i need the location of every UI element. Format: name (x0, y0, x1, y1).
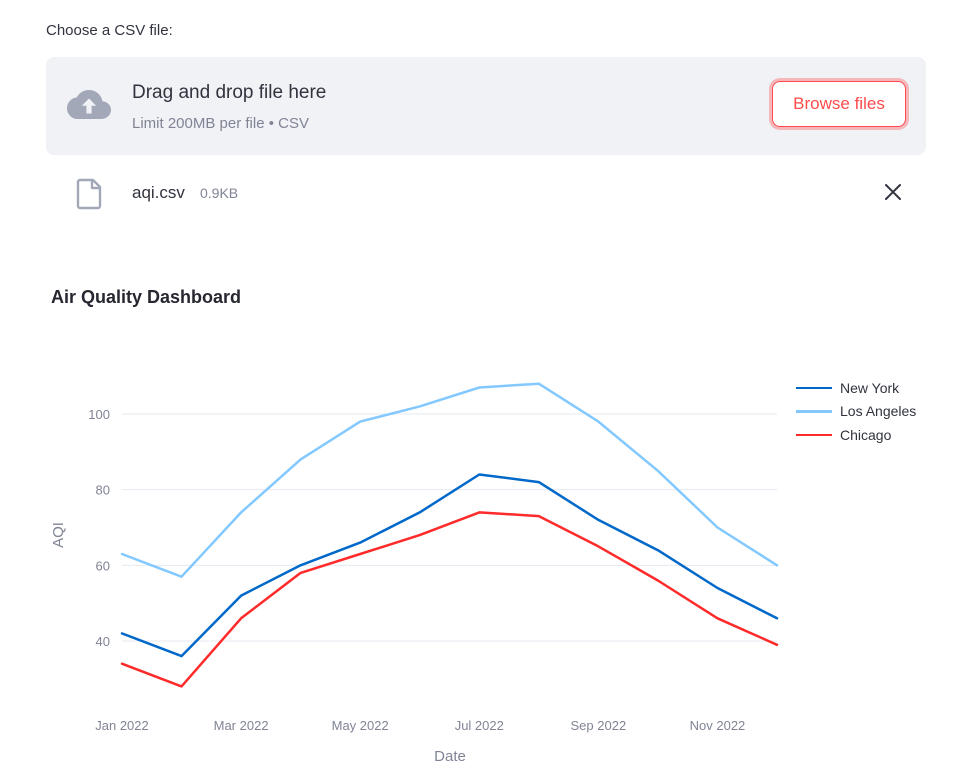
file-name: aqi.csv (132, 183, 185, 202)
uploaded-file-row: aqi.csv 0.9KB (46, 170, 926, 216)
file-size: 0.9KB (200, 185, 239, 201)
file-dropzone[interactable]: Drag and drop file here Limit 200MB per … (46, 57, 926, 155)
dropzone-title: Drag and drop file here (132, 82, 327, 103)
x-tick-label: Jan 2022 (95, 718, 149, 733)
y-tick-label: 40 (96, 634, 110, 649)
y-tick-label: 60 (96, 558, 110, 573)
legend-swatch (796, 386, 832, 389)
x-tick-label: Sep 2022 (571, 718, 627, 733)
legend-swatch (796, 410, 832, 413)
file-icon (76, 178, 102, 210)
x-tick-label: Jul 2022 (455, 718, 504, 733)
y-axis-label: AQI (50, 522, 67, 548)
x-tick-label: Mar 2022 (214, 718, 269, 733)
legend-label: New York (840, 379, 900, 396)
uploader-label: Choose a CSV file: (46, 22, 173, 39)
x-axis-label: Date (434, 748, 466, 765)
legend-item[interactable]: Los Angeles (796, 400, 916, 424)
x-tick-label: Nov 2022 (690, 718, 746, 733)
series-line-chicago (120, 511, 779, 688)
cloud-upload-icon (67, 90, 111, 119)
x-tick-label: May 2022 (332, 718, 389, 733)
chart-title: Air Quality Dashboard (51, 287, 242, 307)
legend-swatch (796, 433, 832, 436)
dropzone-subtitle: Limit 200MB per file • CSV (132, 115, 309, 132)
legend-label: Los Angeles (840, 403, 917, 420)
legend-label: Chicago (840, 426, 892, 443)
close-icon[interactable] (882, 181, 904, 203)
y-tick-label: 100 (88, 407, 110, 422)
y-tick-label: 80 (96, 483, 110, 498)
browse-files-button[interactable]: Browse files (772, 81, 906, 127)
series-line-los-angeles (120, 382, 779, 578)
chart-legend[interactable]: New York Los Angeles Chicago (796, 376, 916, 447)
legend-item[interactable]: New York (796, 376, 916, 400)
legend-item[interactable]: Chicago (796, 423, 916, 447)
